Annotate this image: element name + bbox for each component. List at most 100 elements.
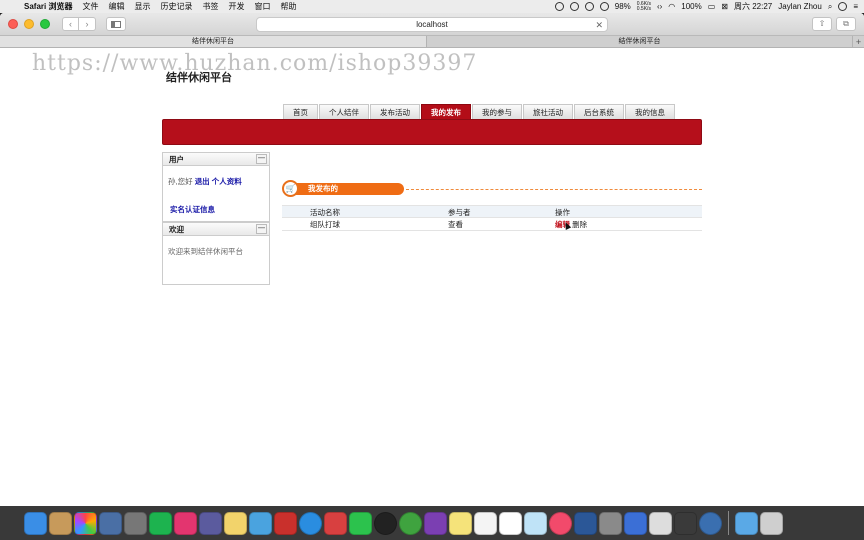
table-row: 组队打球 查看 编辑 删除 — [282, 218, 702, 231]
tab-overview-button[interactable]: ⧉ — [836, 17, 856, 31]
menu-help[interactable]: 帮助 — [280, 1, 296, 12]
edge-browser-icon[interactable] — [699, 511, 722, 535]
section-divider — [406, 189, 702, 190]
nav-personal-companion[interactable]: 个人结伴 — [319, 104, 369, 119]
user-name[interactable]: Jaylan Zhou — [778, 2, 822, 11]
new-tab-button[interactable]: + — [852, 36, 864, 47]
wechat-tray-icon[interactable] — [569, 2, 579, 11]
intellij-icon[interactable] — [174, 511, 197, 535]
cloud-icon[interactable] — [599, 2, 609, 11]
qq-icon[interactable] — [374, 511, 397, 535]
clear-address-icon[interactable]: ✕ — [595, 18, 603, 32]
pycharm-icon[interactable] — [149, 511, 172, 535]
battery-icon[interactable]: ▭ — [708, 2, 716, 11]
verify-identity-link[interactable]: 实名认证信息 — [163, 187, 269, 215]
spotlight-icon[interactable]: ⌕ — [828, 2, 832, 12]
nav-agency-activities[interactable]: 旅社活动 — [523, 104, 573, 119]
battery-percent: 98% — [614, 2, 631, 11]
record-icon[interactable] — [554, 2, 564, 11]
nav-admin-system[interactable]: 后台系统 — [574, 104, 624, 119]
notification-icon[interactable] — [584, 2, 594, 11]
script-editor-icon[interactable] — [649, 511, 672, 535]
menubar-app-name[interactable]: Safari 浏览器 — [24, 1, 72, 12]
sidebar-icon — [111, 20, 121, 28]
nav-my-participation[interactable]: 我的参与 — [472, 104, 522, 119]
share-icon: ⇧ — [818, 19, 826, 28]
trash-icon[interactable] — [760, 511, 783, 535]
address-bar[interactable]: localhost ✕ — [256, 17, 608, 32]
user-greeting: 孙,您好 — [168, 177, 193, 186]
system-preferences-icon[interactable] — [599, 511, 622, 535]
menu-window[interactable]: 窗口 — [254, 1, 270, 12]
siri-icon[interactable] — [838, 2, 848, 11]
menubar-tray: 98% 0.6K/s 0.5K/s ‹› ◠ 100% ▭ ⊠ 周六 22:27 … — [554, 1, 858, 12]
forward-button[interactable]: › — [79, 17, 96, 31]
nav-publish-activity[interactable]: 发布活动 — [370, 104, 420, 119]
collapse-welcome-panel-button[interactable]: — — [256, 224, 267, 234]
datetime[interactable]: 周六 22:27 — [734, 1, 772, 12]
finder-icon[interactable] — [24, 511, 47, 535]
close-window-button[interactable] — [8, 19, 18, 29]
profile-link[interactable]: 个人资料 — [212, 177, 242, 186]
photos-icon[interactable] — [74, 511, 97, 535]
table-header-row: 活动名称 参与者 操作 — [282, 205, 702, 218]
tab-2[interactable]: 结伴休闲平台 — [426, 36, 852, 47]
menu-develop[interactable]: 开发 — [228, 1, 244, 12]
back-button[interactable]: ‹ — [62, 17, 79, 31]
cyberduck-icon[interactable] — [224, 511, 247, 535]
database-icon[interactable] — [249, 511, 272, 535]
menu-history[interactable]: 历史记录 — [160, 1, 192, 12]
safari-window: ‹ › localhost ✕ ⇧ ⧉ 结伴休闲平台 结伴休闲平台 + http… — [0, 13, 864, 506]
baidu-netdisk-icon[interactable] — [624, 511, 647, 535]
nav-home[interactable]: 首页 — [283, 104, 318, 119]
menu-bookmarks[interactable]: 书签 — [202, 1, 218, 12]
view-participants-link[interactable]: 查看 — [448, 218, 555, 230]
activity-name-cell: 组队打球 — [310, 220, 340, 229]
safari-icon[interactable] — [299, 511, 322, 535]
collapse-user-panel-button[interactable]: — — [256, 154, 267, 164]
wechat-icon[interactable] — [349, 511, 372, 535]
section-title: 我发布的 — [292, 183, 404, 195]
share-button[interactable]: ⇧ — [812, 17, 832, 31]
launchpad-icon[interactable] — [124, 511, 147, 535]
cart-icon: 🛒 — [282, 180, 299, 197]
maximize-window-button[interactable] — [40, 19, 50, 29]
reminders-icon[interactable] — [474, 511, 497, 535]
minimize-window-button[interactable] — [24, 19, 34, 29]
menu-view[interactable]: 显示 — [134, 1, 150, 12]
actions-cell: 编辑 删除 — [555, 218, 702, 230]
notification-center-icon[interactable]: ≡ — [853, 2, 858, 11]
menu-file[interactable]: 文件 — [82, 1, 98, 12]
lines-app-icon[interactable] — [199, 511, 222, 535]
maps-icon[interactable] — [524, 511, 547, 535]
chevron-right-icon: › — [85, 19, 89, 29]
word-icon[interactable] — [574, 511, 597, 535]
downloads-folder-icon[interactable] — [735, 511, 758, 535]
delete-link[interactable]: 删除 — [572, 220, 587, 229]
welcome-text: 欢迎来到结伴休闲平台 — [168, 247, 243, 256]
tab-1[interactable]: 结伴休闲平台 — [0, 36, 426, 47]
show-sidebar-button[interactable] — [106, 17, 126, 31]
main-nav: 首页 个人结伴 发布活动 我的发布 我的参与 旅社活动 后台系统 我的信息 — [283, 104, 676, 119]
header-actions: 操作 — [555, 208, 570, 217]
logout-link[interactable]: 退出 — [195, 177, 210, 186]
history-nav: ‹ › — [62, 17, 96, 31]
nav-my-published[interactable]: 我的发布 — [421, 104, 471, 119]
sublime-text-icon[interactable] — [674, 511, 697, 535]
browser-app-icon[interactable] — [399, 511, 422, 535]
axure-rp-icon[interactable] — [424, 511, 447, 535]
menu-edit[interactable]: 编辑 — [108, 1, 124, 12]
input-method-icon[interactable]: ⊠ — [721, 2, 728, 11]
music-icon[interactable] — [549, 511, 572, 535]
nav-my-info[interactable]: 我的信息 — [625, 104, 675, 119]
calendar-icon[interactable] — [499, 511, 522, 535]
header-banner — [162, 119, 702, 145]
wifi-icon[interactable]: ◠ — [668, 2, 675, 11]
preview-icon[interactable] — [99, 511, 122, 535]
redis-icon[interactable] — [274, 511, 297, 535]
remote-desktop-icon[interactable] — [324, 511, 347, 535]
notes-folder-icon[interactable] — [49, 511, 72, 535]
code-icon[interactable]: ‹› — [657, 2, 662, 11]
network-speed: 0.6K/s 0.5K/s — [637, 1, 651, 12]
stickies-icon[interactable] — [449, 511, 472, 535]
